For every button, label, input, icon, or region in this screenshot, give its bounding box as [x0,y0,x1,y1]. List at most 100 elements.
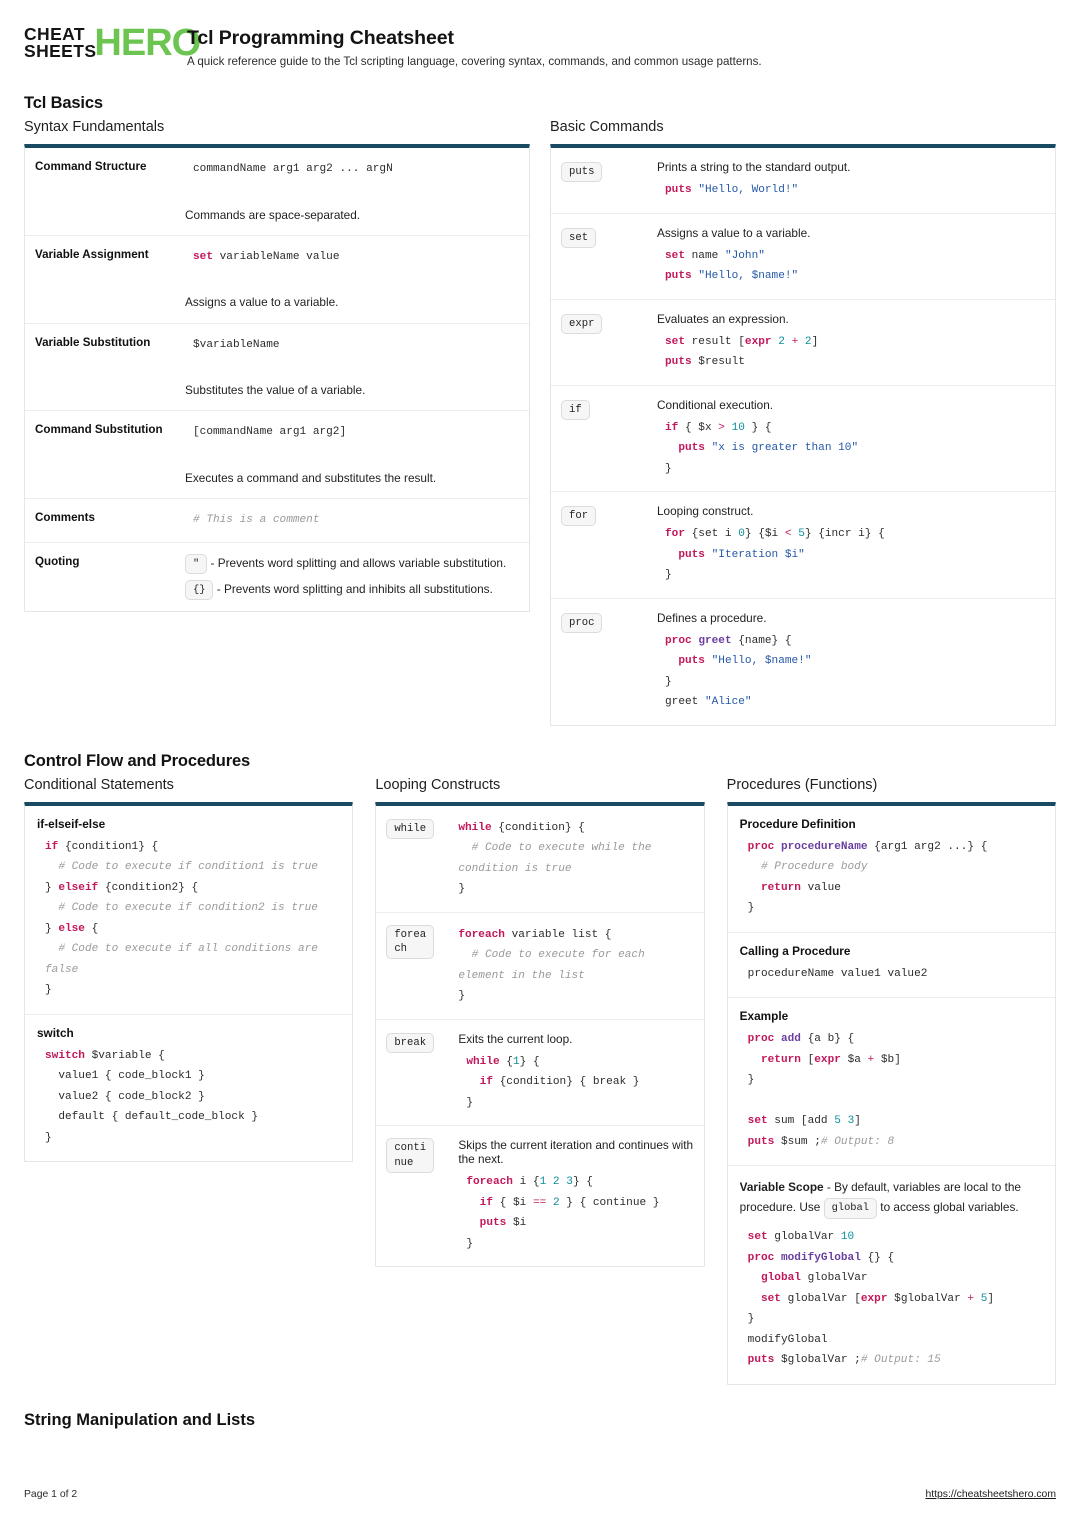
section-heading-strings: String Manipulation and Lists [24,1411,255,1429]
table-row: Comments # This is a comment [25,499,529,543]
page-subtitle: A quick reference guide to the Tcl scrip… [187,55,762,68]
block-procedure-definition: Procedure Definition proc procedureName … [727,806,1055,933]
site-url-link[interactable]: https://cheatsheetshero.com [925,1489,1056,1500]
loop-description: Exits the current loop. [458,1031,573,1046]
section-heading-control-flow: Control Flow and Procedures [24,751,251,770]
row-description: Commands are space-separated. [185,207,361,222]
block-switch: switch switch $variable { value1 { code_… [25,1015,352,1162]
page-title: Tcl Programming Cheatsheet [187,27,454,49]
row-description: Assigns a value to a variable. [185,295,339,310]
table-row: Command Structure commandName arg1 arg2 … [25,148,529,236]
loop-badge: foreach [386,924,435,960]
command-badge: set [561,227,597,248]
section-heading-basics: Tcl Basics [24,94,103,112]
quote-chip-double: " [185,553,208,574]
command-badge: if [561,399,590,420]
brand-logo: CHEAT SHEETS HERO [24,22,201,62]
card-conditional-statements: if-elseif-else if {condition1} { # Code … [24,801,354,1163]
code-snippet: for {set i 0} {$i < 5} {incr i} { puts "… [665,528,885,582]
row-label: Quoting [35,554,80,568]
subsection-heading-syntax: Syntax Fundamentals [24,119,165,135]
column-conditional-statements: Conditional Statements if-elseif-else if… [24,776,354,1163]
table-row: set Assigns a value to a variable. set n… [551,214,1055,300]
command-badge: puts [561,162,603,183]
row-label: Variable Assignment [35,247,149,261]
code-snippet: foreach i {1 2 3} { if { $i == 2 } { con… [466,1176,660,1250]
row-label: Comments [35,511,95,525]
command-description: Assigns a value to a variable. [657,225,811,240]
quoting-text-2: - Prevents word splitting and inhibits a… [216,582,493,596]
quote-chip-braces: {} [185,579,214,600]
block-title: Example [739,1009,789,1024]
card-looping-constructs: while while {condition} { # Code to exec… [375,801,705,1268]
command-description: Evaluates an expression. [657,311,789,326]
variable-scope-note: Variable Scope - By default, variables a… [740,1177,1043,1220]
code-snippet: [commandName arg1 arg2] [193,426,347,439]
command-description: Looping construct. [657,504,754,519]
brand-hero-word: HERO [94,22,201,64]
code-snippet: puts "Hello, World!" [665,184,799,196]
table-row: foreach foreach variable list { # Code t… [376,913,704,1020]
table-row: continue Skips the current iteration and… [376,1126,703,1266]
quoting-text-1: - Prevents word splitting and allows var… [210,555,507,570]
code-text: variableName value [212,250,340,263]
table-row: expr Evaluates an expression. set result… [551,300,1055,386]
column-basic-commands: Basic Commands puts Prints a string to t… [550,119,1056,726]
code-snippet: switch $variable { value1 { code_block1 … [45,1049,259,1144]
code-snippet: if {condition1} { # Code to execute if c… [45,840,325,997]
loop-badge: continue [386,1138,435,1173]
code-snippet: while {condition} { # Code to execute wh… [458,821,659,896]
table-row: puts Prints a string to the standard out… [551,148,1055,214]
command-description: Defines a procedure. [657,610,767,625]
code-snippet: set result [expr 2 + 2] puts $result [665,335,819,369]
block-if-elseif-else: if-elseif-else if {condition1} { # Code … [25,806,353,1015]
code-snippet: foreach variable list { # Code to execut… [458,928,652,1003]
block-example: Example proc add {a b} { return [expr $a… [727,998,1055,1167]
code-snippet: $variableName [193,338,280,351]
row-label: Command Structure [35,160,147,173]
quoting-line-2: {} - Prevents word splitting and inhibit… [185,579,519,600]
subsection-heading-looping: Looping Constructs [375,776,501,793]
code-comment: # This is a comment [193,514,320,527]
subsection-heading-commands: Basic Commands [550,119,664,135]
loop-description: Skips the current iteration and continue… [458,1138,694,1167]
table-row: break Exits the current loop. while {1} … [376,1020,704,1127]
card-procedures: Procedure Definition proc procedureName … [726,801,1056,1385]
code-snippet: proc add {a b} { return [expr $a + $b] }… [747,1033,901,1148]
loop-badge: while [386,818,435,840]
subsection-heading-procedures: Procedures (Functions) [726,776,878,793]
loop-badge: break [386,1032,435,1054]
block-title: Procedure Definition [739,816,856,831]
global-chip: global [823,1197,878,1220]
block-title: switch [37,1025,74,1040]
code-snippet: while {1} { if {condition} { break } } [466,1055,640,1109]
code-snippet: proc greet {name} { puts "Hello, $name!"… [665,634,812,709]
column-looping-constructs: Looping Constructs while while {conditio… [375,776,705,1268]
page-header: CHEAT SHEETS HERO Tcl Programming Cheats… [24,0,1056,68]
quoting-line-1: " - Prevents word splitting and allows v… [185,553,519,574]
block-title: Calling a Procedure [739,943,851,958]
command-badge: proc [561,612,603,633]
code-snippet: proc procedureName {arg1 arg2 ...} { # P… [747,840,988,915]
brand-line-2: SHEETS [24,41,97,61]
card-basic-commands: puts Prints a string to the standard out… [550,144,1056,726]
subsection-heading-conditional: Conditional Statements [24,776,174,793]
table-row: proc Defines a procedure. proc greet {na… [551,599,1055,725]
row-label: Command Substitution [35,423,163,437]
page-footer: Page 1 of 2 https://cheatsheetshero.com [24,1489,1056,1500]
code-snippet: commandName arg1 arg2 ... argN [193,163,393,175]
block-variable-scope: Variable Scope - By default, variables a… [728,1166,1055,1383]
command-description: Prints a string to the standard output. [657,160,851,174]
block-title: if-elseif-else [37,816,106,831]
block-calling-procedure: Calling a Procedure procedureName value1… [727,933,1055,999]
command-badge: for [561,506,597,527]
code-snippet: set variableName value [185,247,519,268]
row-description: Executes a command and substitutes the r… [185,470,437,485]
code-keyword: set [193,250,213,263]
row-label: Variable Substitution [35,335,151,349]
code-snippet: procedureName value1 value2 [747,967,928,980]
table-row: Command Substitution [commandName arg1 a… [25,411,529,500]
table-row: if Conditional execution. if { $x > 10 }… [551,386,1055,493]
command-badge: expr [561,313,603,334]
table-row: for Looping construct. for {set i 0} {$i… [551,492,1055,599]
